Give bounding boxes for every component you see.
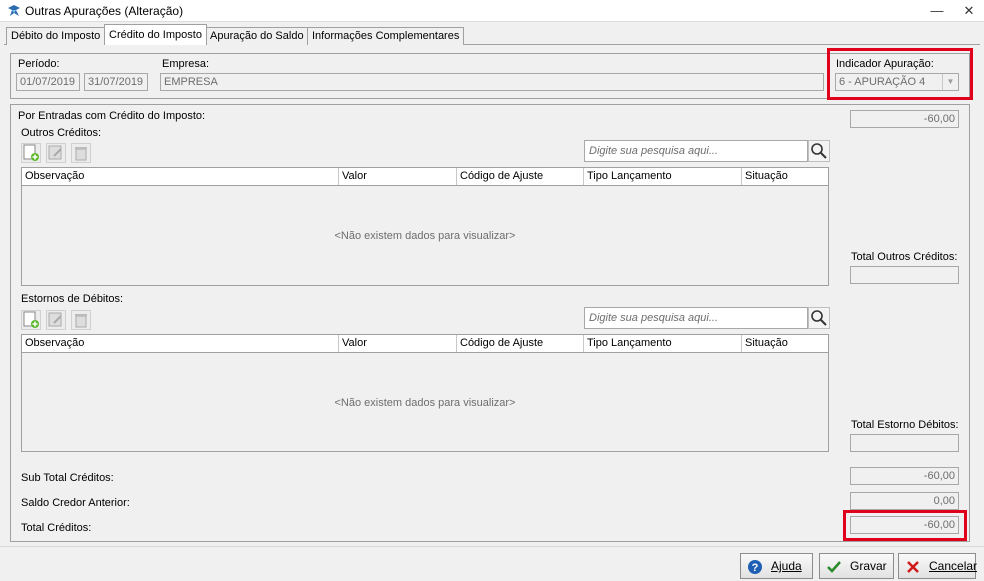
sub-total-creditos-label: Sub Total Créditos: xyxy=(21,472,114,484)
search-button-estornos[interactable] xyxy=(808,307,830,329)
empresa-label: Empresa: xyxy=(162,58,210,70)
estornos-debitos-label: Estornos de Débitos: xyxy=(21,293,124,305)
column-header[interactable]: Tipo Lançamento xyxy=(584,168,742,185)
empresa-field[interactable]: EMPRESA xyxy=(160,73,824,91)
total-outros-creditos-field xyxy=(850,266,959,284)
window-title: Outras Apurações (Alteração) xyxy=(25,4,184,18)
column-header[interactable]: Tipo Lançamento xyxy=(584,335,742,352)
close-button[interactable]: ✕ xyxy=(954,2,984,20)
column-header[interactable]: Código de Ajuste xyxy=(457,168,584,185)
estornos-debitos-grid[interactable]: Observação Valor Código de Ajuste Tipo L… xyxy=(21,334,829,452)
dropdown-arrow-icon[interactable]: ▼ xyxy=(942,74,958,90)
search-input-estornos[interactable]: Digite sua pesquisa aqui... xyxy=(584,307,808,329)
delete-button-estornos[interactable] xyxy=(71,310,91,330)
help-icon: ? xyxy=(747,559,763,575)
svg-text:?: ? xyxy=(752,562,759,574)
minimize-button[interactable]: — xyxy=(922,2,952,20)
add-icon xyxy=(23,311,39,328)
title-bar: Outras Apurações (Alteração) — ✕ xyxy=(0,0,984,22)
app-icon xyxy=(7,4,21,18)
edit-icon xyxy=(48,145,62,160)
ajuda-label: Ajuda xyxy=(771,559,802,573)
grid-header: Observação Valor Código de Ajuste Tipo L… xyxy=(22,168,828,186)
x-icon xyxy=(905,559,921,575)
column-header[interactable]: Situação xyxy=(742,335,828,352)
delete-button-outros[interactable] xyxy=(71,143,91,163)
column-header[interactable]: Código de Ajuste xyxy=(457,335,584,352)
saldo-credor-anterior-field: 0,00 xyxy=(850,492,959,510)
tab-credito-imposto[interactable]: Crédito do Imposto xyxy=(104,24,207,45)
cancelar-button[interactable]: Cancelar xyxy=(898,553,978,579)
por-entradas-label: Por Entradas com Crédito do Imposto: xyxy=(18,110,206,122)
column-header[interactable]: Observação xyxy=(22,335,339,352)
edit-button-estornos[interactable] xyxy=(46,310,66,330)
total-creditos-label: Total Créditos: xyxy=(21,522,92,534)
column-header[interactable]: Situação xyxy=(742,168,828,185)
delete-icon xyxy=(75,147,87,161)
outros-creditos-label: Outros Créditos: xyxy=(21,127,102,139)
tab-apuracao-saldo[interactable]: Apuração do Saldo xyxy=(205,27,309,45)
search-button-outros[interactable] xyxy=(808,140,830,162)
periodo-inicio-field[interactable]: 01/07/2019 xyxy=(16,73,80,91)
add-button-estornos[interactable] xyxy=(21,310,41,330)
search-input-outros[interactable]: Digite sua pesquisa aqui... xyxy=(584,140,808,162)
indicador-value: 6 - APURAÇÃO 4 xyxy=(839,76,926,88)
saldo-credor-anterior-label: Saldo Credor Anterior: xyxy=(21,497,130,509)
search-icon xyxy=(811,143,827,159)
delete-icon xyxy=(75,314,87,328)
periodo-fim-field[interactable]: 31/07/2019 xyxy=(84,73,148,91)
periodo-label: Período: xyxy=(18,58,60,70)
sub-total-creditos-field: -60,00 xyxy=(850,467,959,485)
empty-message: <Não existem dados para visualizar> xyxy=(334,397,516,409)
footer-divider xyxy=(0,546,984,547)
gravar-label: Gravar xyxy=(850,559,887,573)
edit-button-outros[interactable] xyxy=(46,143,66,163)
add-icon xyxy=(23,144,39,161)
tab-debito-imposto[interactable]: Débito do Imposto xyxy=(6,27,106,45)
tab-informacoes-complementares[interactable]: Informações Complementares xyxy=(307,27,465,45)
empty-message: <Não existem dados para visualizar> xyxy=(334,230,516,242)
total-estorno-debitos-field xyxy=(850,434,959,452)
por-entradas-field: -60,00 xyxy=(850,110,959,128)
column-header[interactable]: Valor xyxy=(339,335,457,352)
grid-header: Observação Valor Código de Ajuste Tipo L… xyxy=(22,335,828,353)
search-icon xyxy=(811,310,827,326)
add-button-outros[interactable] xyxy=(21,143,41,163)
column-header[interactable]: Valor xyxy=(339,168,457,185)
cancelar-label: Cancelar xyxy=(929,559,978,573)
total-estorno-debitos-label: Total Estorno Débitos: xyxy=(851,419,959,431)
indicador-label: Indicador Apuração: xyxy=(836,58,934,70)
outros-creditos-grid[interactable]: Observação Valor Código de Ajuste Tipo L… xyxy=(21,167,829,286)
indicador-select[interactable]: 6 - APURAÇÃO 4 ▼ xyxy=(835,73,959,91)
column-header[interactable]: Observação xyxy=(22,168,339,185)
total-creditos-field: -60,00 xyxy=(850,516,959,534)
check-icon xyxy=(826,559,842,575)
ajuda-button[interactable]: ? Ajuda xyxy=(740,553,813,579)
edit-icon xyxy=(48,312,62,327)
total-outros-creditos-label: Total Outros Créditos: xyxy=(851,251,958,263)
gravar-button[interactable]: Gravar xyxy=(819,553,894,579)
